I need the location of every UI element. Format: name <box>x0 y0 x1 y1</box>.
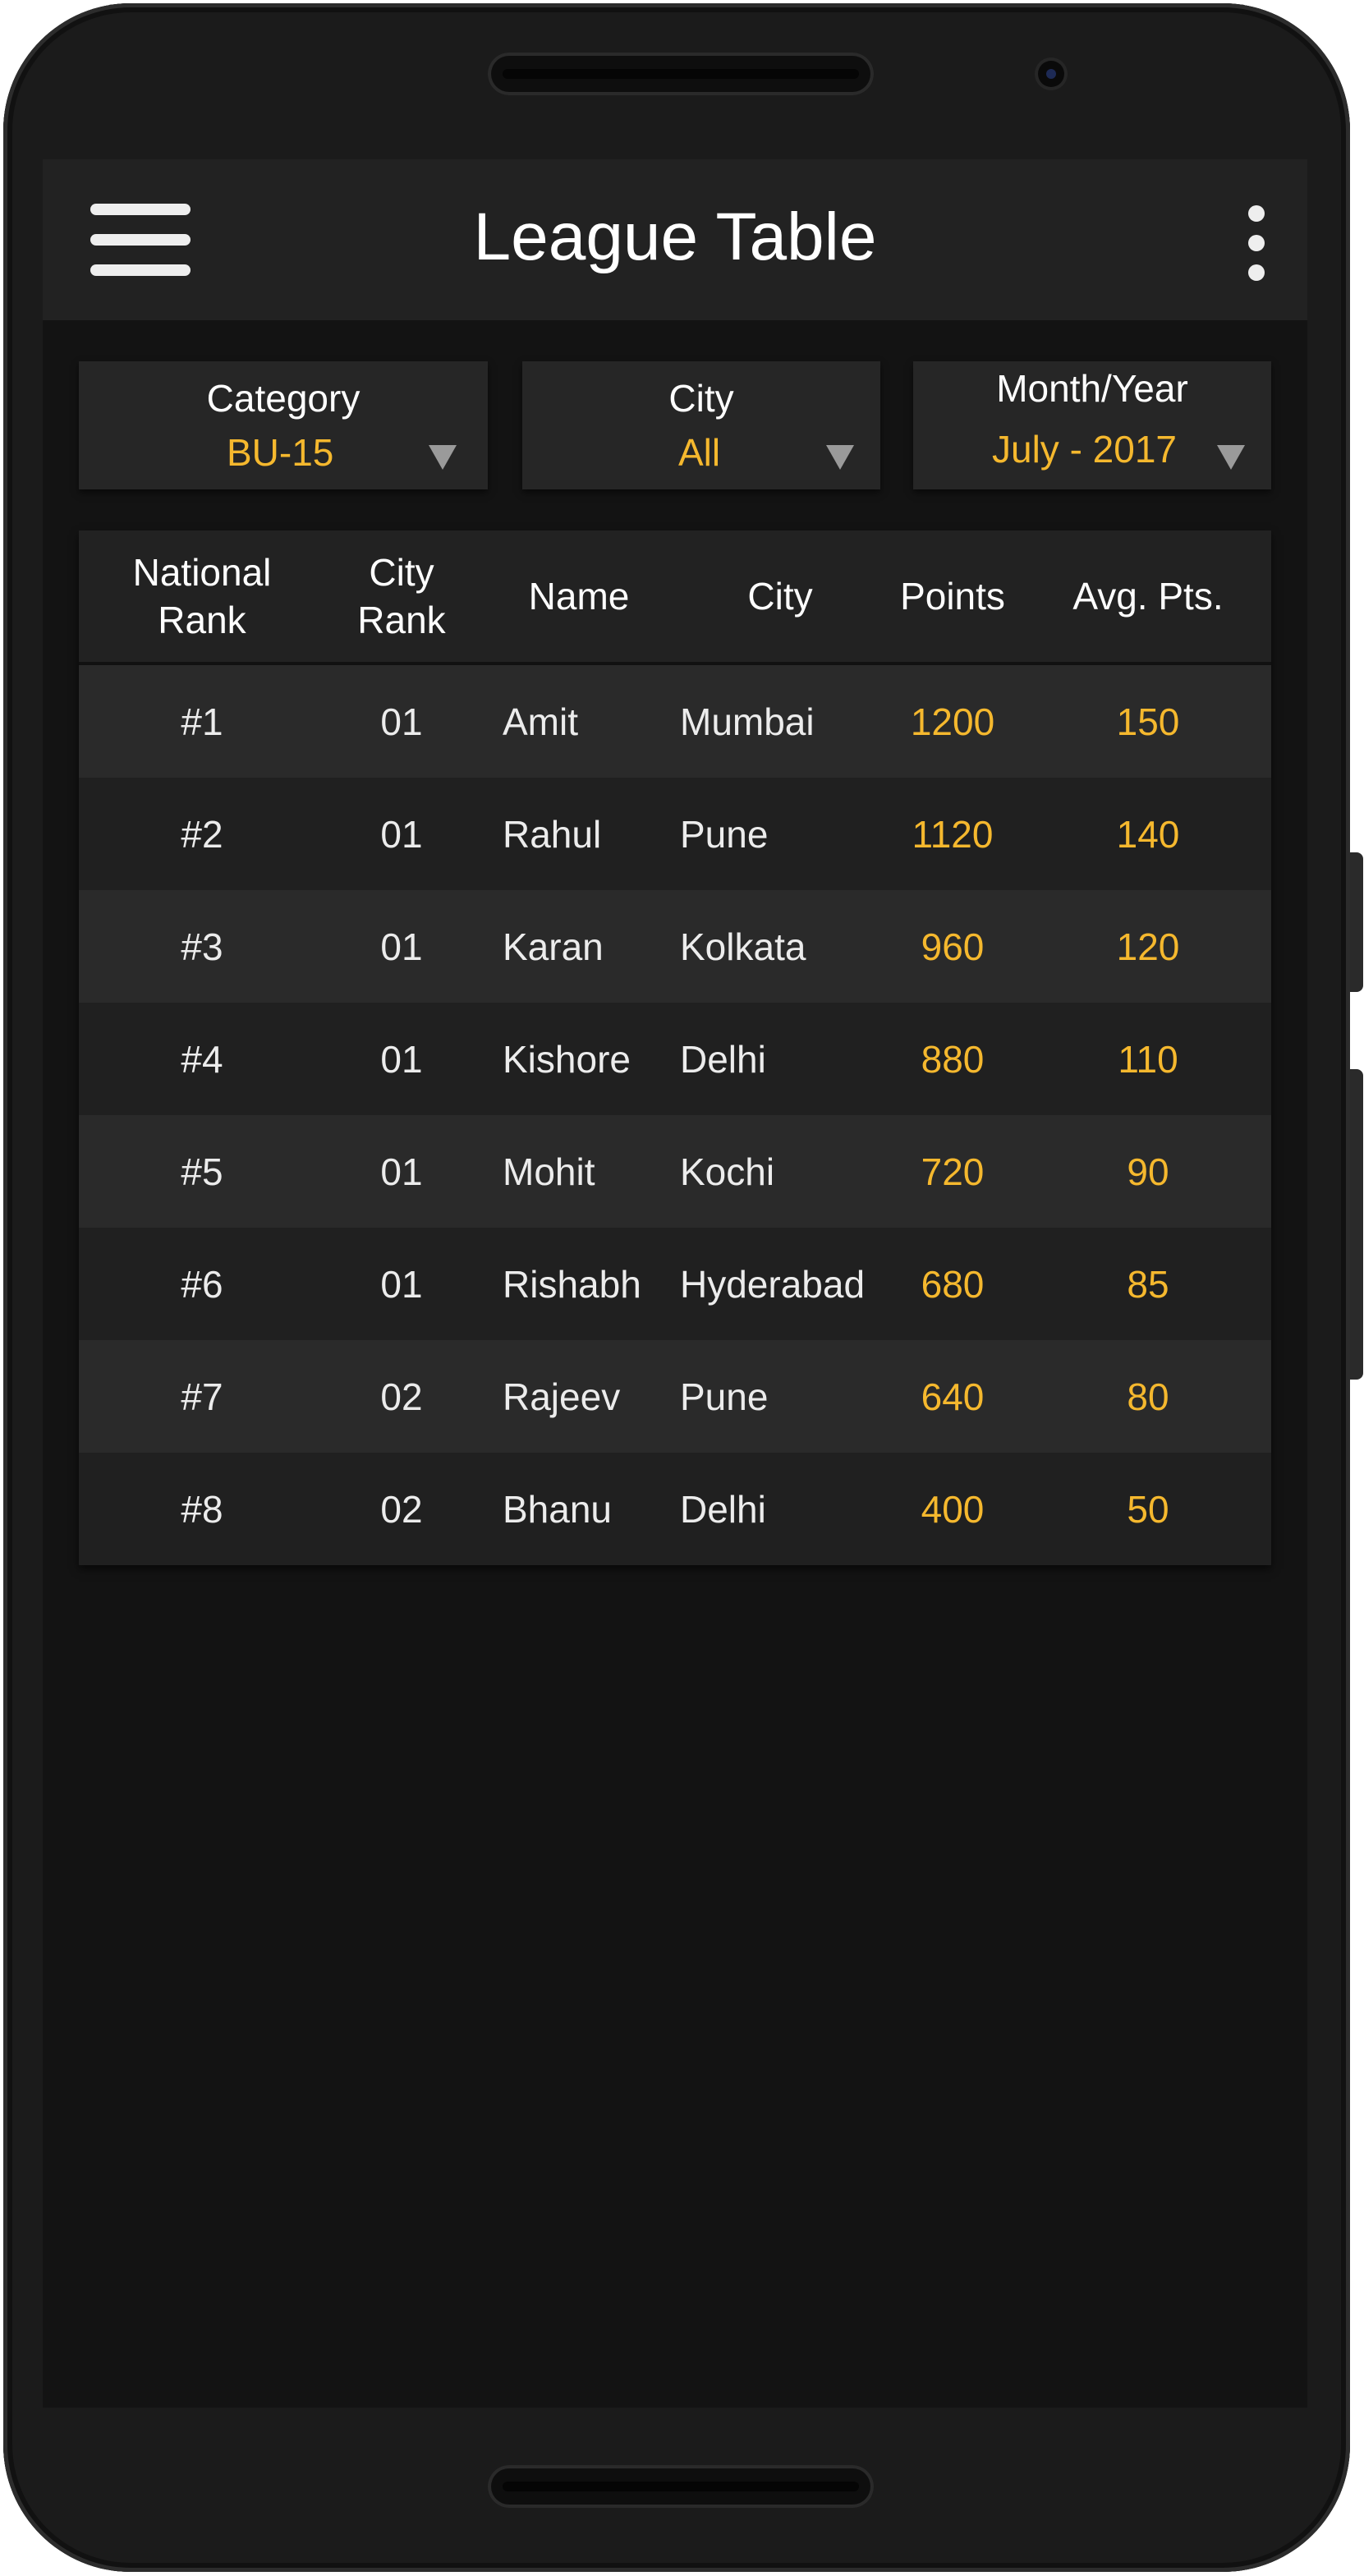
table-row[interactable]: #4 01 Kishore Delhi 880 110 <box>79 1003 1271 1115</box>
points-cell: 960 <box>921 925 985 968</box>
city-rank-cell: 02 <box>380 1487 423 1531</box>
header-name[interactable]: Name <box>478 530 680 662</box>
city-rank-cell: 02 <box>380 1375 423 1418</box>
points-cell: 680 <box>921 1262 985 1306</box>
points-cell: 1200 <box>910 700 995 743</box>
points-cell: 400 <box>921 1487 985 1531</box>
national-rank-cell: #8 <box>181 1487 223 1531</box>
month-year-value: July - 2017 <box>992 428 1178 471</box>
avg-points-cell: 50 <box>1127 1487 1169 1531</box>
front-camera-icon <box>1038 61 1064 87</box>
name-cell: Rishabh <box>503 1262 641 1306</box>
table-row[interactable]: #6 01 Rishabh Hyderabad 680 85 <box>79 1228 1271 1340</box>
table-row[interactable]: #5 01 Mohit Kochi 720 90 <box>79 1115 1271 1228</box>
bottom-speaker-grille <box>488 2465 874 2508</box>
header-city[interactable]: City <box>680 530 880 662</box>
name-cell: Amit <box>503 700 578 743</box>
city-rank-cell: 01 <box>380 700 423 743</box>
city-cell: Delhi <box>680 1487 766 1531</box>
table-row[interactable]: #3 01 Karan Kolkata 960 120 <box>79 890 1271 1003</box>
page-title: League Table <box>473 200 877 274</box>
national-rank-cell: #3 <box>181 925 223 968</box>
city-cell: Pune <box>680 812 769 856</box>
points-cell: 720 <box>921 1150 985 1193</box>
city-cell: Pune <box>680 1375 769 1418</box>
header-points[interactable]: Points <box>880 530 1025 662</box>
league-table: National Rank City Rank Name City Points… <box>79 530 1271 1565</box>
points-cell: 880 <box>921 1037 985 1081</box>
category-value: BU-15 <box>227 431 334 474</box>
avg-points-cell: 140 <box>1116 812 1180 856</box>
city-rank-cell: 01 <box>380 1037 423 1081</box>
category-label: Category <box>206 377 361 420</box>
city-rank-cell: 01 <box>380 1262 423 1306</box>
category-dropdown[interactable]: Category BU-15 <box>79 361 488 489</box>
avg-points-cell: 120 <box>1116 925 1180 968</box>
city-rank-cell: 01 <box>380 812 423 856</box>
month-year-dropdown[interactable]: Month/Year July - 2017 <box>913 361 1271 489</box>
app-bar: League Table <box>43 159 1307 320</box>
city-cell: Delhi <box>680 1037 766 1081</box>
city-rank-cell: 01 <box>380 925 423 968</box>
avg-points-cell: 150 <box>1116 700 1180 743</box>
table-row[interactable]: #8 02 Bhanu Delhi 400 50 <box>79 1453 1271 1565</box>
name-cell: Kishore <box>503 1037 631 1081</box>
city-cell: Mumbai <box>680 700 815 743</box>
points-cell: 640 <box>921 1375 985 1418</box>
table-header-row: National Rank City Rank Name City Points… <box>79 530 1271 665</box>
month-year-label: Month/Year <box>996 367 1188 410</box>
avg-points-cell: 90 <box>1127 1150 1169 1193</box>
triangle-down-icon <box>1217 445 1245 470</box>
triangle-down-icon <box>826 445 854 470</box>
city-cell: Kochi <box>680 1150 775 1193</box>
more-vert-icon[interactable] <box>1232 191 1281 289</box>
hamburger-menu-icon[interactable] <box>90 202 192 278</box>
avg-points-cell: 80 <box>1127 1375 1169 1418</box>
national-rank-cell: #1 <box>181 700 223 743</box>
name-cell: Rajeev <box>503 1375 621 1418</box>
phone-screen: League Table Category BU-15 City All Mon… <box>43 159 1307 2408</box>
name-cell: Rahul <box>503 812 602 856</box>
national-rank-cell: #7 <box>181 1375 223 1418</box>
national-rank-cell: #5 <box>181 1150 223 1193</box>
city-rank-cell: 01 <box>380 1150 423 1193</box>
name-cell: Mohit <box>503 1150 595 1193</box>
table-row[interactable]: #1 01 Amit Mumbai 1200 150 <box>79 665 1271 778</box>
table-row[interactable]: #7 02 Rajeev Pune 640 80 <box>79 1340 1271 1453</box>
city-cell: Kolkata <box>680 925 806 968</box>
top-speaker-grille <box>488 53 874 95</box>
city-label: City <box>668 377 734 420</box>
triangle-down-icon <box>429 445 457 470</box>
header-city-rank[interactable]: City Rank <box>325 530 478 662</box>
city-dropdown[interactable]: City All <box>522 361 880 489</box>
header-national-rank[interactable]: National Rank <box>79 530 325 662</box>
city-value: All <box>678 431 721 474</box>
national-rank-cell: #6 <box>181 1262 223 1306</box>
national-rank-cell: #4 <box>181 1037 223 1081</box>
name-cell: Karan <box>503 925 604 968</box>
header-avg-points[interactable]: Avg. Pts. <box>1025 530 1271 662</box>
avg-points-cell: 110 <box>1118 1037 1178 1081</box>
power-button <box>1350 852 1363 992</box>
city-cell: Hyderabad <box>680 1262 866 1306</box>
avg-points-cell: 85 <box>1127 1262 1169 1306</box>
points-cell: 1120 <box>912 812 994 856</box>
volume-button <box>1350 1069 1363 1380</box>
table-row[interactable]: #2 01 Rahul Pune 1120 140 <box>79 778 1271 890</box>
national-rank-cell: #2 <box>181 812 223 856</box>
name-cell: Bhanu <box>503 1487 613 1531</box>
